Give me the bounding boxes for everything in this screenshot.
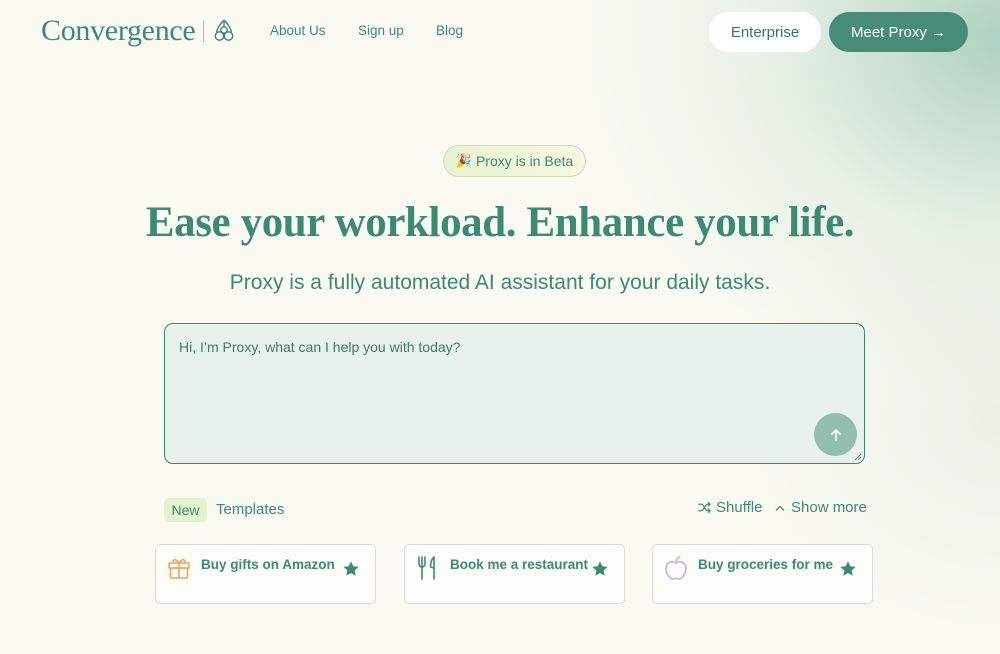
arrow-up-icon bbox=[830, 428, 841, 441]
beta-badge: 🎉 Proxy is in Beta bbox=[443, 145, 586, 177]
shuffle-button[interactable]: Shuffle bbox=[698, 499, 762, 516]
template-card-restaurant[interactable]: Book me a restaurant bbox=[404, 544, 625, 604]
apple-icon bbox=[665, 556, 687, 580]
star-icon[interactable] bbox=[839, 560, 857, 578]
fork-knife-icon bbox=[418, 556, 435, 580]
template-card-label: Book me a restaurant bbox=[450, 557, 589, 572]
headline: Ease your workload. Enhance your life. bbox=[145, 199, 855, 246]
gift-icon bbox=[168, 559, 190, 579]
logo-divider bbox=[203, 20, 205, 42]
new-badge: New bbox=[164, 498, 207, 522]
show-more-label: Show more bbox=[791, 499, 867, 516]
meet-proxy-button[interactable]: Meet Proxy → bbox=[829, 12, 968, 52]
nav-blog[interactable]: Blog bbox=[436, 23, 463, 38]
show-more-button[interactable]: Show more bbox=[774, 499, 867, 516]
nav-sign-up[interactable]: Sign up bbox=[358, 23, 404, 38]
logo-text: Convergence bbox=[41, 14, 196, 47]
beta-text: Proxy is in Beta bbox=[475, 153, 574, 169]
template-card-groceries[interactable]: Buy groceries for me bbox=[652, 544, 873, 604]
resize-grip-icon[interactable] bbox=[854, 453, 862, 461]
template-card-gifts[interactable]: Buy gifts on Amazon bbox=[155, 544, 376, 604]
star-icon[interactable] bbox=[342, 560, 360, 578]
star-icon[interactable] bbox=[591, 560, 609, 578]
send-button[interactable] bbox=[814, 413, 857, 456]
nav-about-us[interactable]: About Us bbox=[270, 23, 326, 38]
prompt-box[interactable] bbox=[164, 323, 865, 464]
chevron-up-icon bbox=[775, 505, 785, 511]
prompt-input[interactable] bbox=[179, 335, 799, 359]
shuffle-icon bbox=[698, 501, 711, 514]
party-popper-icon: 🎉 bbox=[455, 153, 472, 168]
shuffle-label: Shuffle bbox=[716, 499, 763, 516]
template-card-label: Buy groceries for me bbox=[698, 557, 834, 572]
templates-label: Templates bbox=[216, 501, 285, 518]
template-card-label: Buy gifts on Amazon bbox=[201, 557, 335, 572]
enterprise-button[interactable]: Enterprise bbox=[709, 12, 821, 52]
logo-mark-icon bbox=[215, 19, 234, 41]
logo[interactable]: Convergence bbox=[41, 14, 237, 48]
subheadline: Proxy is a fully automated AI assistant … bbox=[229, 271, 771, 294]
